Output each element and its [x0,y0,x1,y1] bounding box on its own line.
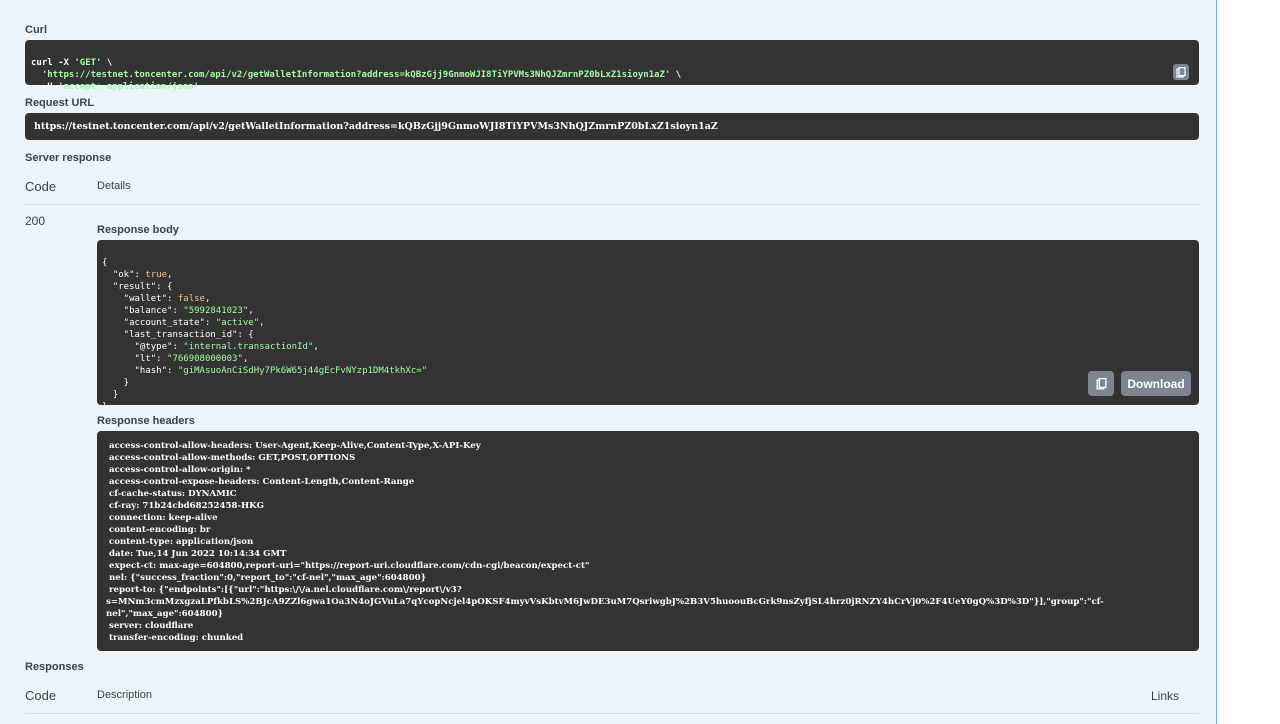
request-url-value: https://testnet.toncenter.com/api/v2/get… [34,121,718,132]
response-body-json: { "ok": true, "result": { "wallet": fals… [102,258,428,412]
curl-label: Curl [25,24,47,36]
response-header-line: date: Tue,14 Jun 2022 10:14:34 GMT [106,549,287,559]
curl-header-value: 'accept: application/json' [58,82,199,92]
response-header-line: content-type: application/json [106,537,254,547]
response-header-line: transfer-encoding: chunked [106,633,244,643]
response-header-line: cf-cache-status: DYNAMIC [106,489,237,499]
response-header-line: s=MNm3cmMzxgzaLPfkbLS%2BJcA9ZZl6gwa1Oa3N… [106,597,1104,607]
details-divider [25,204,1199,205]
response-header-line: access-control-expose-headers: Content-L… [106,477,415,487]
curl-method: 'GET' [74,58,102,68]
request-url-block: https://testnet.toncenter.com/api/v2/get… [25,113,1199,140]
response-code: 200 [25,214,46,228]
curl-url: 'https://testnet.toncenter.com/api/v2/ge… [41,70,671,80]
details-column-header: Details [97,180,131,192]
response-header-line: expect-ct: max-age=604800,report-uri="ht… [106,561,590,571]
curl-block: curl -X 'GET' \ 'https://testnet.toncent… [25,40,1199,92]
response-header-line: cf-ray: 71b24cbd68252458-HKG [106,501,264,511]
response-header-line: connection: keep-alive [106,513,218,523]
response-header-line: report-to: {"endpoints":[{"url":"https:\… [106,585,462,595]
response-headers-block: access-control-allow-headers: User-Agent… [97,431,1199,651]
request-url-label: Request URL [25,97,95,109]
response-header-line: content-encoding: br [106,525,211,535]
responses-divider [25,713,1199,714]
curl-copy-button[interactable] [1173,64,1189,80]
responses-code-header: Code [25,688,57,703]
response-header-line: access-control-allow-origin: * [106,465,251,475]
curl-line2-continuation: \ [670,70,682,80]
curl-command: curl -X [31,58,75,68]
curl-line1-continuation: \ [101,58,113,68]
code-column-header: Code [25,179,57,194]
server-response-label: Server response [25,152,112,164]
copy-icon [1095,377,1107,390]
response-header-line: nel","max_age":604800} [106,609,224,619]
responses-links-header: Links [1151,689,1180,703]
operation-panel: Curl curl -X 'GET' \ 'https://testnet.to… [0,0,1217,724]
response-header-line: access-control-allow-headers: User-Agent… [106,441,481,451]
response-header-line: nel: {"success_fraction":0,"report_to":"… [106,573,427,583]
copy-icon [1176,66,1186,78]
response-body-block: { "ok": true, "result": { "wallet": fals… [97,240,1199,412]
curl-header-flag: -H [31,82,59,92]
responses-label: Responses [25,661,84,673]
response-header-line: server: cloudflare [106,621,194,631]
response-body-label: Response body [97,224,179,236]
responses-description-header: Description [97,689,153,701]
response-headers-label: Response headers [97,415,195,427]
response-header-line: access-control-allow-methods: GET,POST,O… [106,453,356,463]
response-body-copy-button[interactable] [1088,371,1114,396]
response-headers-text: access-control-allow-headers: User-Agent… [106,440,1190,644]
download-button[interactable]: Download [1121,371,1191,396]
